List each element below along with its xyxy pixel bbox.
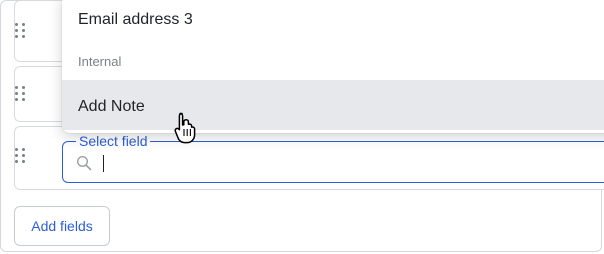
drag-handle-icon[interactable] xyxy=(15,148,25,166)
hand-pointer-cursor-icon xyxy=(174,112,196,144)
menu-option-add-note[interactable]: Add Note xyxy=(78,98,145,116)
search-icon xyxy=(76,155,92,171)
drag-handle-icon[interactable] xyxy=(15,86,25,104)
text-caret xyxy=(103,155,104,172)
drag-handle-icon[interactable] xyxy=(15,23,25,41)
select-field-label: Select field xyxy=(76,133,151,149)
menu-group-internal: Internal xyxy=(78,54,122,69)
add-fields-button[interactable]: Add fields xyxy=(14,206,110,246)
menu-option-email-address-3[interactable]: Email address 3 xyxy=(78,11,193,29)
field-dropdown-menu: Email address 3 Internal Add Note xyxy=(62,0,604,133)
